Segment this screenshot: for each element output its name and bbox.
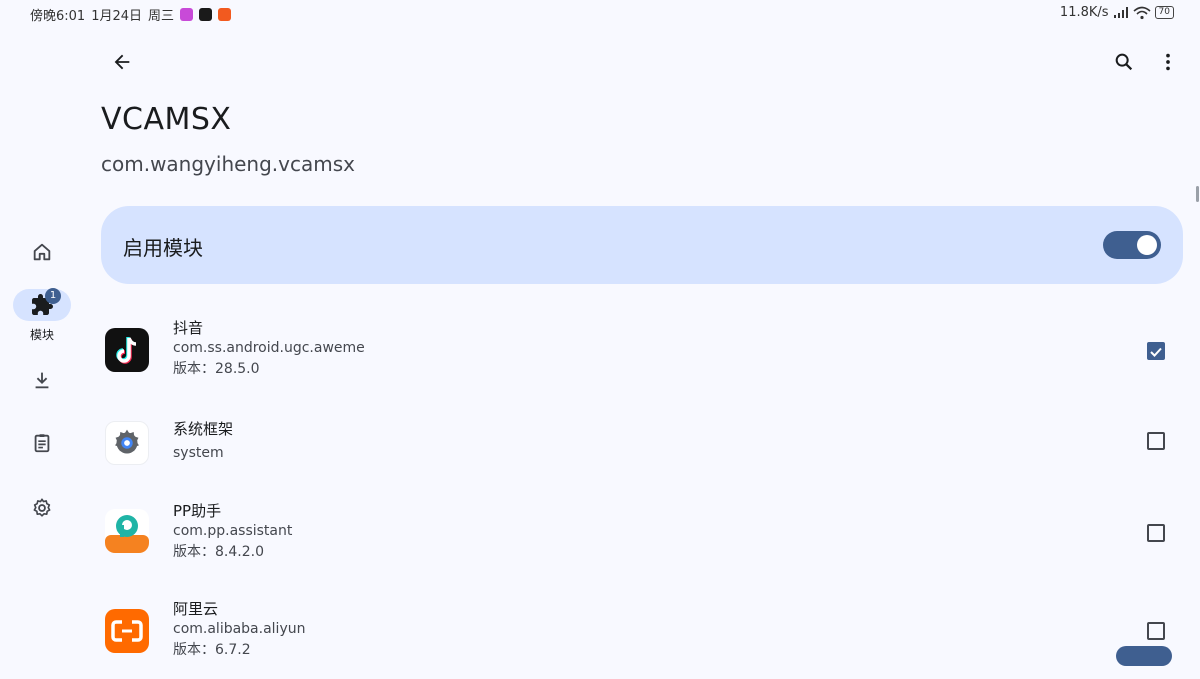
enable-module-switch[interactable] bbox=[1103, 231, 1161, 259]
enable-module-card[interactable]: 启用模块 bbox=[101, 206, 1183, 284]
download-icon bbox=[35, 372, 49, 389]
aliyun-icon bbox=[105, 609, 149, 653]
nav-settings-pill bbox=[13, 492, 71, 524]
app-checkbox[interactable] bbox=[1147, 622, 1165, 640]
app-list-item[interactable]: PP助手 com.pp.assistant 版本：8.4.2.0 bbox=[101, 501, 1183, 581]
home-icon bbox=[33, 243, 51, 261]
nav-modules-label: 模块 bbox=[29, 328, 54, 342]
app-version: 版本：8.4.2.0 bbox=[173, 544, 264, 560]
battery-icon: 70 bbox=[1154, 6, 1174, 19]
clipboard-icon bbox=[34, 434, 50, 453]
wifi-icon bbox=[1133, 6, 1151, 19]
app-text: 阿里云 com.alibaba.aliyun 版本：6.7.2 bbox=[173, 599, 305, 660]
signal-icon bbox=[1113, 6, 1128, 18]
app-name: 阿里云 bbox=[173, 600, 219, 618]
notification-app-icon bbox=[180, 8, 194, 21]
app-checkbox[interactable] bbox=[1147, 524, 1165, 542]
notification-app-icon bbox=[199, 8, 213, 21]
notification-app-icon bbox=[218, 8, 232, 21]
nav-modules[interactable]: 1 模块 bbox=[12, 288, 72, 343]
app-package: com.ss.android.ugc.aweme bbox=[173, 340, 365, 356]
nav-home[interactable] bbox=[12, 236, 72, 268]
nav-modules-pill: 1 bbox=[13, 288, 71, 321]
app-version: 版本：28.5.0 bbox=[173, 361, 260, 377]
app-name: 系统框架 bbox=[173, 420, 234, 438]
nav-home-pill bbox=[13, 236, 71, 268]
modules-badge: 1 bbox=[45, 288, 61, 304]
app-name: PP助手 bbox=[173, 502, 222, 520]
search-button[interactable] bbox=[1108, 46, 1140, 78]
module-title: VCAMSX bbox=[101, 102, 232, 137]
nav-logs[interactable] bbox=[12, 427, 72, 459]
floating-action-button[interactable] bbox=[1116, 646, 1172, 666]
pp-assistant-icon bbox=[105, 509, 149, 553]
enable-module-label: 启用模块 bbox=[123, 236, 203, 260]
app-package: com.alibaba.aliyun bbox=[173, 621, 306, 637]
app-version: 版本：6.7.2 bbox=[173, 642, 251, 658]
check-icon bbox=[1150, 347, 1162, 357]
nav-download-pill bbox=[13, 364, 71, 396]
android-settings-icon bbox=[105, 421, 149, 465]
app-package: com.pp.assistant bbox=[173, 523, 293, 539]
app-checkbox[interactable] bbox=[1147, 342, 1165, 360]
status-time: 傍晚6:01 bbox=[30, 9, 86, 24]
app-text: 系统框架 system bbox=[173, 419, 233, 464]
app-text: 抖音 com.ss.android.ugc.aweme 版本：28.5.0 bbox=[173, 318, 365, 379]
more-vert-icon bbox=[1166, 53, 1170, 71]
app-list-item[interactable]: 系统框架 system bbox=[101, 419, 1183, 499]
settings-icon bbox=[33, 498, 51, 517]
nav-settings[interactable] bbox=[12, 492, 72, 524]
app-text: PP助手 com.pp.assistant 版本：8.4.2.0 bbox=[173, 501, 292, 562]
app-package: system bbox=[173, 445, 224, 461]
switch-thumb bbox=[1137, 235, 1157, 255]
status-left: 傍晚6:01 1月24日 周三 bbox=[30, 5, 232, 24]
status-right: 11.8K/s 70 bbox=[1060, 5, 1174, 20]
app-list-item[interactable]: 抖音 com.ss.android.ugc.aweme 版本：28.5.0 bbox=[101, 318, 1183, 398]
module-package: com.wangyiheng.vcamsx bbox=[101, 152, 355, 176]
more-options-button[interactable] bbox=[1152, 46, 1184, 78]
arrow-back-icon bbox=[114, 54, 130, 70]
app-list-item[interactable]: 阿里云 com.alibaba.aliyun 版本：6.7.2 bbox=[101, 599, 1183, 679]
nav-download[interactable] bbox=[12, 364, 72, 396]
back-button[interactable] bbox=[106, 46, 138, 78]
app-checkbox[interactable] bbox=[1147, 432, 1165, 450]
douyin-icon bbox=[105, 328, 149, 372]
net-speed: 11.8K/s bbox=[1059, 5, 1109, 20]
status-date: 1月24日 bbox=[91, 9, 143, 24]
scroll-indicator[interactable] bbox=[1196, 186, 1199, 202]
search-icon bbox=[1115, 53, 1133, 71]
nav-logs-pill bbox=[13, 427, 71, 459]
status-weekday: 周三 bbox=[148, 9, 175, 24]
app-name: 抖音 bbox=[173, 319, 204, 337]
status-bar: 傍晚6:01 1月24日 周三 11.8K/s 70 bbox=[0, 0, 1200, 28]
